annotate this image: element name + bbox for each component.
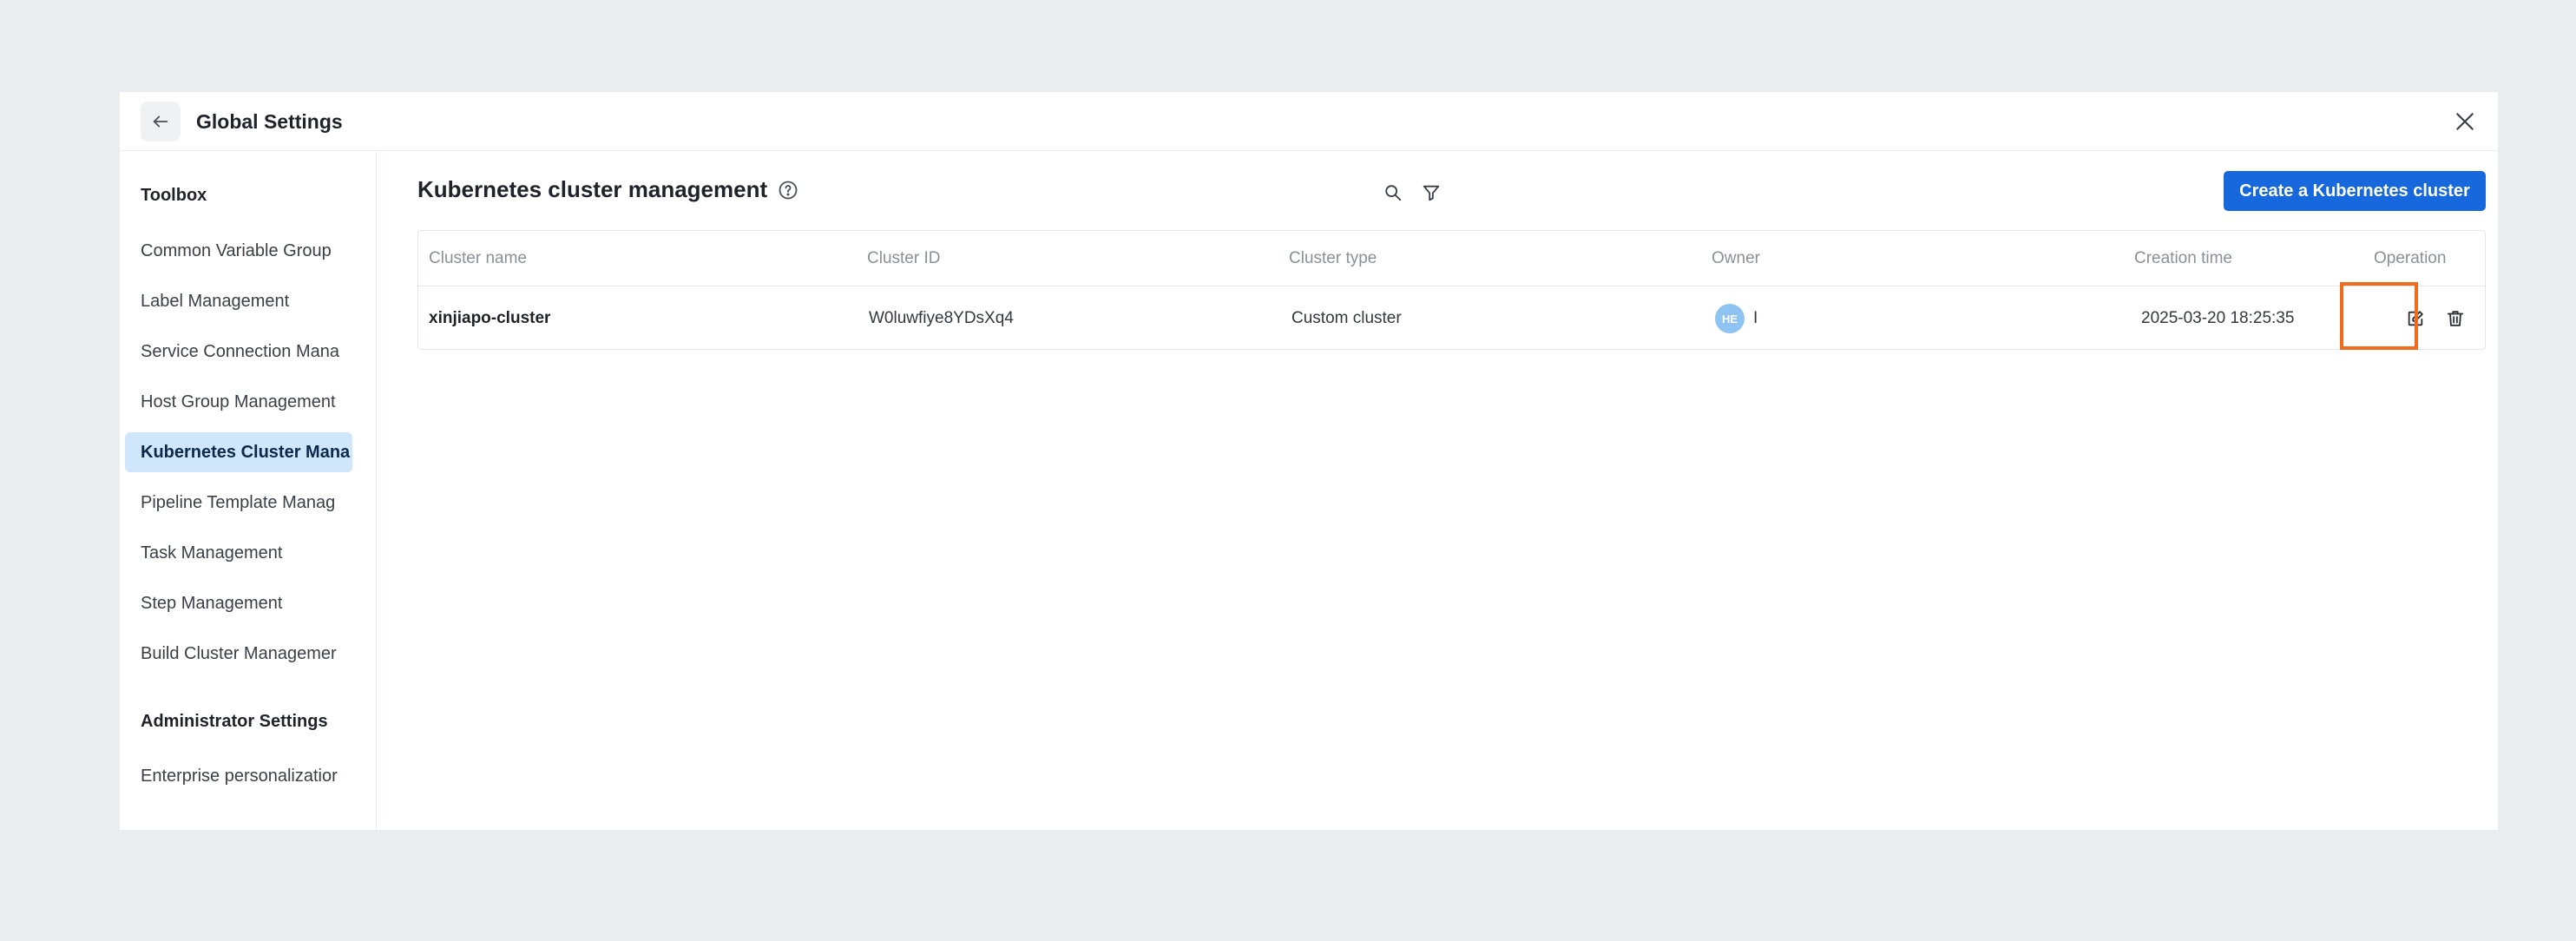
col-owner: Owner <box>1712 249 1760 267</box>
filter-icon <box>1423 185 1440 201</box>
filter-button[interactable] <box>1416 178 1446 207</box>
window-title: Global Settings <box>196 110 343 133</box>
create-kubernetes-cluster-button[interactable]: Create a Kubernetes cluster <box>2224 171 2486 211</box>
sidebar-item-enterprise-personalization[interactable]: Enterprise personalizatior <box>125 756 352 796</box>
table-header: Cluster name Cluster ID Cluster type Own… <box>418 231 2485 286</box>
sidebar-item-host-group[interactable]: Host Group Management <box>125 382 352 422</box>
cell-creation-time: 2025-03-20 18:25:35 <box>2141 309 2295 327</box>
sidebar-item-label-management[interactable]: Label Management <box>125 281 352 321</box>
edit-button[interactable] <box>2402 305 2429 332</box>
close-icon <box>2456 113 2474 130</box>
avatar: HE <box>1715 304 1745 333</box>
cell-owner-name: I <box>1753 309 1758 327</box>
cell-cluster-id: W0luwfiye8YDsXq4 <box>869 309 1014 327</box>
cluster-table: Cluster name Cluster ID Cluster type Own… <box>417 230 2486 350</box>
trash-icon <box>2447 311 2464 326</box>
table-row: xinjiapo-cluster W0luwfiye8YDsXq4 Custom… <box>418 287 2485 350</box>
col-cluster-id: Cluster ID <box>867 249 941 267</box>
sidebar-item-common-variable-group[interactable]: Common Variable Group <box>125 231 352 271</box>
sidebar-item-service-connection[interactable]: Service Connection Mana <box>125 332 352 372</box>
back-button[interactable] <box>141 102 181 141</box>
search-button[interactable] <box>1378 178 1408 207</box>
delete-button[interactable] <box>2441 305 2469 332</box>
page-title-text: Kubernetes cluster management <box>417 176 768 202</box>
sidebar-item-build-cluster[interactable]: Build Cluster Managemer <box>125 634 352 674</box>
arrow-left-icon <box>153 115 168 128</box>
page-title: Kubernetes cluster management <box>417 176 798 203</box>
global-settings-window: Global Settings Toolbox Common Variable … <box>120 92 2498 830</box>
search-icon <box>1385 185 1402 201</box>
close-button[interactable] <box>2448 104 2482 139</box>
edit-icon <box>2408 311 2423 326</box>
sidebar-group-admin: Administrator Settings <box>141 712 328 731</box>
sidebar: Toolbox Common Variable Group Label Mana… <box>120 152 377 830</box>
sidebar-item-pipeline-template[interactable]: Pipeline Template Manag <box>125 483 352 523</box>
sidebar-item-task-management[interactable]: Task Management <box>125 533 352 573</box>
col-operation: Operation <box>2374 249 2447 267</box>
col-creation-time: Creation time <box>2134 249 2232 267</box>
sidebar-group-toolbox: Toolbox <box>141 186 207 205</box>
sidebar-item-step-management[interactable]: Step Management <box>125 583 352 623</box>
col-cluster-type: Cluster type <box>1289 249 1377 267</box>
cell-cluster-type: Custom cluster <box>1291 309 1402 327</box>
title-bar: Global Settings <box>120 92 2498 151</box>
col-cluster-name: Cluster name <box>429 249 527 267</box>
main-content: Kubernetes cluster management Create a K… <box>378 152 2498 830</box>
sidebar-item-kubernetes-cluster[interactable]: Kubernetes Cluster Mana <box>125 432 352 472</box>
question-circle-icon[interactable] <box>778 180 798 201</box>
cell-cluster-name[interactable]: xinjiapo-cluster <box>429 287 550 350</box>
